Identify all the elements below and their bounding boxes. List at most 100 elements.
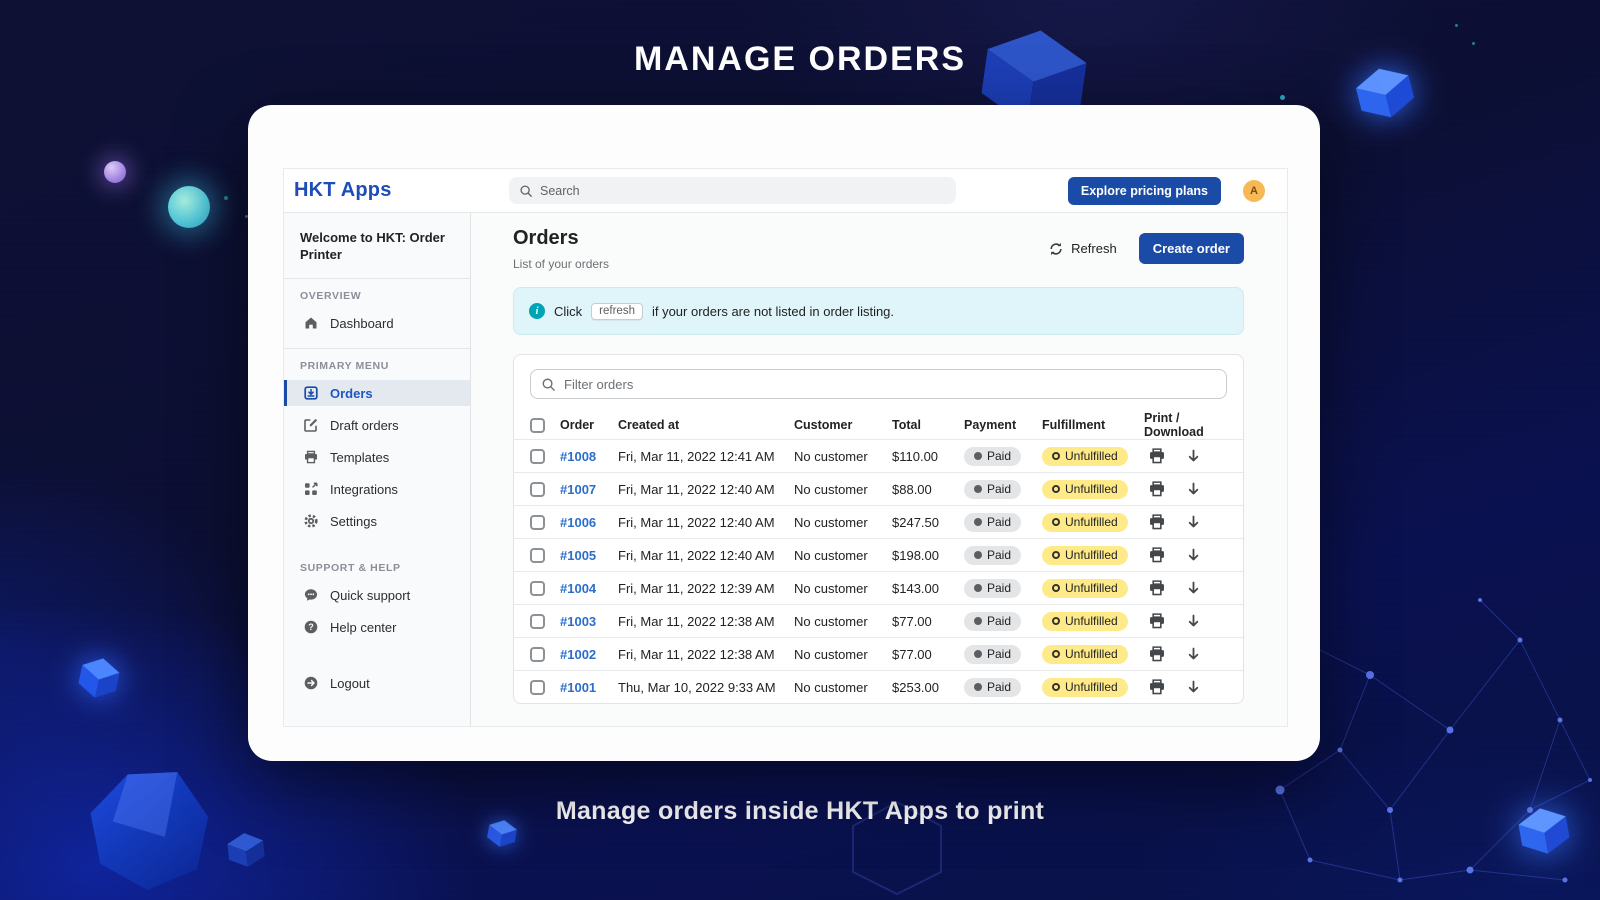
print-icon[interactable]: [1148, 546, 1166, 564]
unfulfilled-ring-icon: [1052, 650, 1060, 658]
print-icon[interactable]: [1148, 513, 1166, 531]
created-at-cell: Thu, Mar 10, 2022 9:33 AM: [618, 679, 776, 695]
customer-cell: No customer: [794, 580, 868, 596]
decor-speck: [224, 196, 228, 200]
hero-caption: Manage orders inside HKT Apps to print: [555, 797, 1045, 825]
svg-text:?: ?: [308, 623, 314, 633]
row-checkbox[interactable]: [530, 514, 545, 530]
paid-dot-icon: [974, 485, 982, 493]
welcome-text: Welcome to HKT: Order Printer: [300, 230, 445, 263]
download-icon[interactable]: [1185, 547, 1202, 564]
table-row: #1005 Fri, Mar 11, 2022 12:40 AM No cust…: [514, 538, 1243, 571]
refresh-button[interactable]: Refresh: [1048, 241, 1117, 257]
col-customer: Customer: [794, 418, 853, 432]
table-row: #1006 Fri, Mar 11, 2022 12:40 AM No cust…: [514, 505, 1243, 538]
order-number-link[interactable]: #1001: [560, 680, 618, 695]
sidebar-item-orders[interactable]: Orders: [284, 380, 470, 407]
download-icon[interactable]: [1185, 679, 1202, 696]
unfulfilled-ring-icon: [1052, 452, 1060, 460]
total-cell: $143.00: [892, 580, 939, 596]
app-header: HKT Apps Explore pricing plans A: [284, 169, 1287, 213]
row-checkbox[interactable]: [530, 679, 545, 695]
print-icon[interactable]: [1148, 480, 1166, 498]
unfulfilled-ring-icon: [1052, 485, 1060, 493]
sidebar-item-settings[interactable]: Settings: [284, 508, 470, 534]
global-search[interactable]: [509, 177, 956, 204]
payment-badge: Paid: [964, 677, 1022, 697]
print-icon[interactable]: [1148, 645, 1166, 663]
decor-glow-poly: [76, 654, 121, 701]
customer-cell: No customer: [794, 613, 868, 629]
sidebar-item-dashboard[interactable]: Dashboard: [284, 310, 470, 336]
info-icon: i: [529, 303, 545, 319]
created-at-cell: Fri, Mar 11, 2022 12:40 AM: [618, 514, 775, 530]
gear-icon: [303, 513, 319, 529]
sidebar-item-label: Templates: [330, 449, 390, 465]
print-icon[interactable]: [1148, 612, 1166, 630]
decor-rock: [90, 772, 209, 890]
row-checkbox[interactable]: [530, 646, 545, 662]
order-number-link[interactable]: #1007: [560, 482, 618, 497]
download-icon[interactable]: [1185, 646, 1202, 663]
row-checkbox[interactable]: [530, 547, 545, 563]
download-icon[interactable]: [1185, 613, 1202, 630]
sidebar-item-label: Integrations: [330, 481, 398, 497]
paid-dot-icon: [974, 650, 982, 658]
promo-card: HKT Apps Explore pricing plans A Welcome…: [248, 105, 1320, 761]
search-input[interactable]: [540, 183, 946, 198]
col-print-download: Print / Download: [1144, 411, 1204, 439]
row-checkbox[interactable]: [530, 613, 545, 629]
created-at-cell: Fri, Mar 11, 2022 12:40 AM: [618, 547, 775, 563]
sidebar: Welcome to HKT: Order Printer OVERVIEW D…: [284, 213, 471, 726]
print-icon[interactable]: [1148, 447, 1166, 465]
sidebar-item-templates[interactable]: Templates: [284, 444, 470, 470]
payment-badge: Paid: [964, 479, 1022, 499]
download-icon[interactable]: [1185, 448, 1202, 465]
decor-teal-sphere: [168, 186, 210, 228]
sidebar-item-logout[interactable]: Logout: [284, 670, 470, 696]
fulfillment-badge: Unfulfilled: [1042, 446, 1128, 466]
filter-orders-input[interactable]: [564, 376, 1216, 392]
print-icon[interactable]: [1148, 678, 1166, 696]
sidebar-item-draft-orders[interactable]: Draft orders: [284, 412, 470, 438]
created-at-cell: Fri, Mar 11, 2022 12:38 AM: [618, 646, 775, 662]
create-order-button[interactable]: Create order: [1138, 233, 1244, 264]
explore-pricing-button[interactable]: Explore pricing plans: [1067, 176, 1221, 205]
table-row: #1002 Fri, Mar 11, 2022 12:38 AM No cust…: [514, 637, 1243, 670]
customer-cell: No customer: [794, 547, 868, 563]
total-cell: $253.00: [892, 679, 939, 695]
filter-orders-box[interactable]: [530, 369, 1227, 399]
download-icon[interactable]: [1185, 481, 1202, 498]
sidebar-item-label: Orders: [330, 385, 373, 401]
integrations-icon: [303, 481, 319, 497]
order-number-link[interactable]: #1004: [560, 581, 618, 596]
order-number-link[interactable]: #1003: [560, 614, 618, 629]
refresh-label: Refresh: [1071, 241, 1117, 256]
order-number-link[interactable]: #1008: [560, 449, 618, 464]
download-icon[interactable]: [1185, 580, 1202, 597]
sidebar-item-label: Help center: [330, 619, 397, 635]
col-total: Total: [892, 418, 921, 432]
order-number-link[interactable]: #1006: [560, 515, 618, 530]
order-number-link[interactable]: #1005: [560, 548, 618, 563]
banner-text-before: Click: [554, 303, 583, 319]
payment-badge: Paid: [964, 611, 1022, 631]
download-icon[interactable]: [1185, 514, 1202, 531]
customer-cell: No customer: [794, 514, 868, 530]
sidebar-item-integrations[interactable]: Integrations: [284, 476, 470, 502]
row-checkbox[interactable]: [530, 580, 545, 596]
sidebar-item-help-center[interactable]: ? Help center: [284, 614, 470, 640]
total-cell: $77.00: [892, 646, 932, 662]
select-all-checkbox[interactable]: [530, 417, 545, 433]
row-checkbox[interactable]: [530, 481, 545, 497]
sidebar-item-label: Quick support: [330, 587, 411, 603]
search-icon: [541, 377, 556, 392]
avatar[interactable]: A: [1243, 179, 1265, 202]
order-number-link[interactable]: #1002: [560, 647, 618, 662]
table-row: #1007 Fri, Mar 11, 2022 12:40 AM No cust…: [514, 472, 1243, 505]
print-icon[interactable]: [1148, 579, 1166, 597]
sidebar-item-quick-support[interactable]: Quick support: [284, 582, 470, 608]
section-support-help: SUPPORT & HELP: [300, 562, 401, 575]
row-checkbox[interactable]: [530, 448, 545, 464]
created-at-cell: Fri, Mar 11, 2022 12:39 AM: [618, 580, 775, 596]
